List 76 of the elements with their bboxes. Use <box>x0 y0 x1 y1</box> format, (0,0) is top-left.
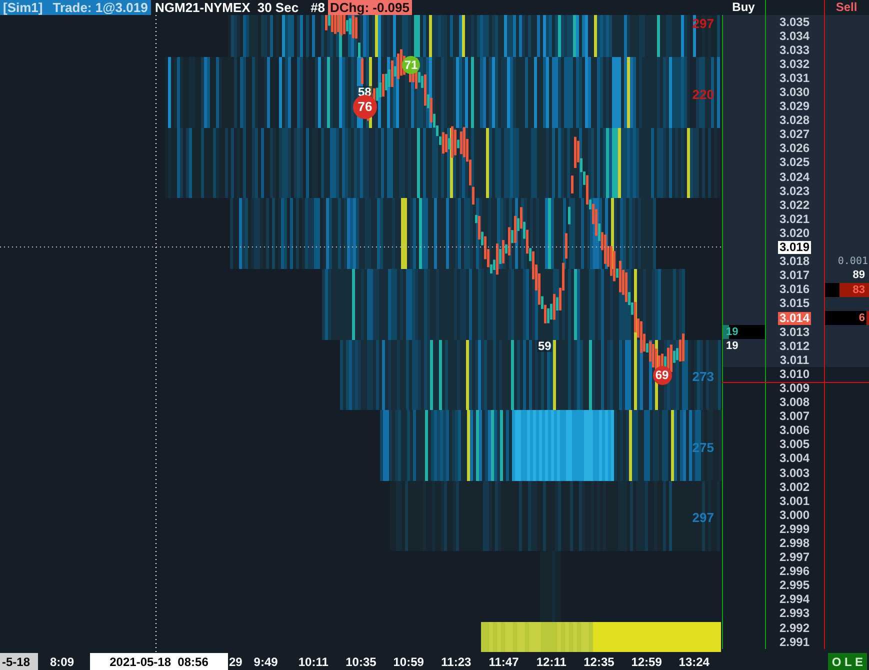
time-label: 29 <box>228 654 242 670</box>
time-label: 12:11 <box>535 654 568 670</box>
price-level: 3.001 <box>779 494 810 508</box>
price-level: 3.008 <box>779 396 810 410</box>
price-level: 3.000 <box>779 508 810 522</box>
price-level: 3.004 <box>779 452 810 466</box>
time-label: -5-18 <box>0 652 38 670</box>
cursor-time-label: 2021-05-18 08:56 <box>90 652 228 670</box>
price-level: 2.998 <box>779 537 810 550</box>
price-level: 3.021 <box>779 212 810 226</box>
price-level: 3.033 <box>779 44 810 57</box>
time-label: 8:09 <box>48 654 76 670</box>
price-level: 3.024 <box>779 170 810 184</box>
price-level: 3.027 <box>779 128 810 142</box>
price-level: 3.030 <box>779 86 810 100</box>
price-level: 3.005 <box>779 438 810 452</box>
instrument-label: NGM21-NYMEX <box>155 0 250 15</box>
price-level: 3.026 <box>779 142 810 156</box>
price-level: 3.032 <box>779 58 810 71</box>
price-level: 3.020 <box>779 226 810 240</box>
account-trade-label: [Sim1] Trade: 1@3.019 <box>0 0 151 15</box>
price-level: 2.992 <box>779 622 810 635</box>
level-volume: 273 <box>692 370 714 383</box>
price-level: 3.031 <box>779 72 810 85</box>
price-level: 3.013 <box>779 326 810 339</box>
price-level: 3.023 <box>779 184 810 198</box>
sell-header: Sell <box>834 0 858 15</box>
price-level: 3.028 <box>779 114 810 128</box>
price-level: 2.991 <box>779 636 810 649</box>
price-level: 2.997 <box>779 551 810 564</box>
sell-volume: 0.001 <box>836 255 869 269</box>
interval-label: 30 Sec <box>257 0 299 15</box>
price-level: 3.029 <box>779 100 810 114</box>
time-label: 12:59 <box>630 654 663 670</box>
status-indicator: O L E <box>828 652 867 670</box>
chart-number: #8 <box>310 0 326 15</box>
daily-change-label: DChg: -0.095 <box>328 0 412 15</box>
price-level: 3.035 <box>779 16 810 29</box>
buy-volume: 19 <box>725 339 740 354</box>
price-level: 3.034 <box>779 30 810 43</box>
price-level: 3.025 <box>779 156 810 170</box>
price-level: 3.016 <box>779 283 810 296</box>
time-label: 10:59 <box>392 654 425 670</box>
price-level: 3.017 <box>779 269 810 282</box>
level-volume: 220 <box>692 88 714 101</box>
price-level: 3.018 <box>779 255 810 268</box>
sell-volume: 83 <box>824 282 869 297</box>
time-label: 13:24 <box>678 654 710 670</box>
time-label: 11:47 <box>488 654 520 670</box>
price-level: 3.006 <box>779 424 810 438</box>
price-level: 3.007 <box>779 410 810 424</box>
price-level: 3.022 <box>779 198 810 212</box>
price-level: 3.010 <box>779 368 810 381</box>
trade-volume: 59 <box>537 340 552 352</box>
price-level: 3.002 <box>779 480 810 494</box>
price-level: 3.011 <box>780 354 810 367</box>
level-volume: 297 <box>692 511 714 524</box>
price-level: 3.012 <box>779 340 810 353</box>
price-level: 2.999 <box>779 522 810 536</box>
price-level: 3.015 <box>779 297 810 310</box>
price-level: 3.009 <box>779 382 810 395</box>
price-level: 2.994 <box>779 593 810 606</box>
time-label: 10:11 <box>297 654 330 670</box>
price-level: 2.993 <box>779 607 810 620</box>
buy-header: Buy <box>731 0 756 15</box>
price-level: 2.996 <box>779 565 810 578</box>
price-level: 3.003 <box>779 466 810 480</box>
time-label: 11:23 <box>440 654 472 670</box>
price-level: 3.019 <box>778 241 811 254</box>
sell-volume: 6 <box>824 310 869 326</box>
sell-volume: 89 <box>852 268 866 283</box>
price-level: 2.995 <box>779 579 810 592</box>
time-label: 12:35 <box>582 654 616 670</box>
time-label: 10:35 <box>344 654 378 670</box>
time-label: 9:49 <box>252 654 279 670</box>
price-level: 3.014 <box>778 312 811 325</box>
